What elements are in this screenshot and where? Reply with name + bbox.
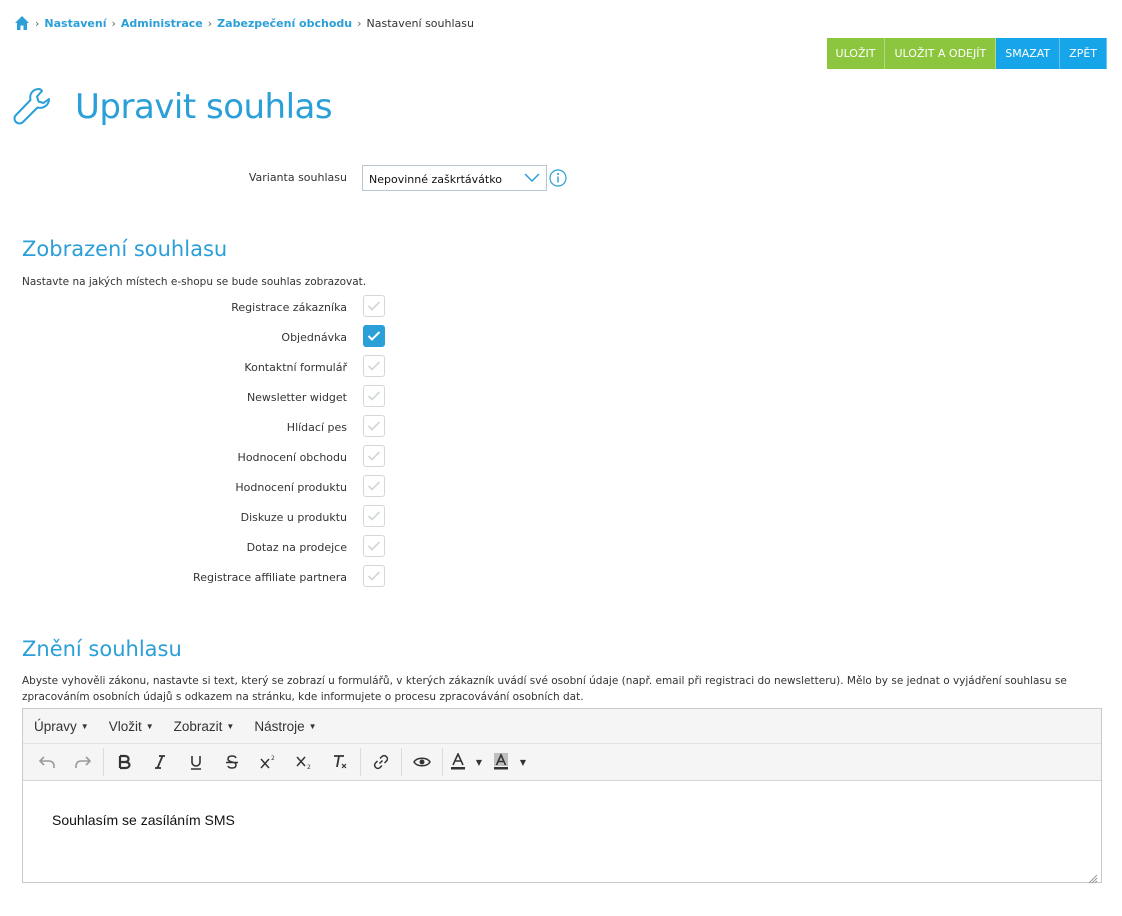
text-color-dropdown-icon[interactable]: ▼ — [471, 747, 487, 777]
svg-text:2: 2 — [271, 755, 275, 762]
checkbox-customer-registration[interactable] — [363, 295, 385, 317]
variant-select[interactable]: Nepovinné zaškrtávátko — [362, 165, 547, 191]
display-section-title: Zobrazení souhlasu — [22, 237, 228, 261]
home-icon[interactable] — [14, 15, 30, 31]
breadcrumb-separator: › — [35, 16, 40, 30]
list-item: Hlídací pes — [0, 415, 400, 445]
delete-button[interactable]: SMAZAT — [996, 38, 1061, 69]
checkbox-label: Hlídací pes — [286, 421, 347, 434]
strikethrough-icon[interactable] — [214, 747, 250, 777]
checkbox-label: Kontaktní formulář — [244, 361, 347, 374]
checkbox-product-rating[interactable] — [363, 475, 385, 497]
save-button[interactable]: ULOŽIT — [826, 38, 886, 69]
breadcrumb-link-settings[interactable]: Nastavení — [44, 17, 106, 30]
menu-view[interactable]: Zobrazit ▼ — [174, 719, 235, 734]
save-and-exit-button[interactable]: ULOŽIT A ODEJÍT — [885, 38, 997, 69]
menu-tools[interactable]: Nástroje ▼ — [254, 719, 316, 734]
rich-text-editor: Úpravy ▼ Vložit ▼ Zobrazit ▼ Nástroje ▼ 2 2 — [22, 708, 1102, 884]
editor-content[interactable]: Souhlasím se zasíláním SMS — [23, 781, 1101, 828]
checkbox-affiliate-registration[interactable] — [363, 565, 385, 587]
breadcrumb-separator: › — [111, 16, 116, 30]
breadcrumb-link-shop-security[interactable]: Zabezpečení obchodu — [217, 17, 352, 30]
checkbox-watchdog[interactable] — [363, 415, 385, 437]
list-item: Registrace zákazníka — [0, 295, 400, 325]
italic-icon[interactable] — [142, 747, 178, 777]
editor-menubar: Úpravy ▼ Vložit ▼ Zobrazit ▼ Nástroje ▼ — [23, 709, 1101, 744]
wrench-icon — [12, 86, 52, 128]
checkbox-shop-rating[interactable] — [363, 445, 385, 467]
clear-formatting-icon[interactable] — [322, 747, 358, 777]
toolbar-divider — [442, 748, 443, 776]
variant-label: Varianta souhlasu — [248, 171, 347, 184]
checkbox-seller-question[interactable] — [363, 535, 385, 557]
checkbox-label: Diskuze u produktu — [240, 511, 347, 524]
back-button[interactable]: ZPĚT — [1060, 38, 1107, 69]
toolbar-divider — [103, 748, 104, 776]
menu-edit[interactable]: Úpravy ▼ — [34, 719, 89, 734]
toolbar-divider — [360, 748, 361, 776]
subscript-icon[interactable]: 2 — [286, 747, 322, 777]
info-icon[interactable] — [549, 169, 567, 187]
undo-icon[interactable] — [29, 747, 65, 777]
list-item: Newsletter widget — [0, 385, 400, 415]
chevron-down-icon — [524, 172, 540, 184]
checkbox-label: Hodnocení obchodu — [237, 451, 347, 464]
checkbox-newsletter-widget[interactable] — [363, 385, 385, 407]
svg-text:2: 2 — [307, 764, 311, 770]
page-title: Upravit souhlas — [75, 87, 333, 127]
display-section-description: Nastavte na jakých místech e-shopu se bu… — [22, 276, 367, 288]
preview-eye-icon[interactable] — [404, 747, 440, 777]
variant-selected-value: Nepovinné zaškrtávátko — [369, 173, 502, 186]
checkbox-contact-form[interactable] — [363, 355, 385, 377]
checkbox-order[interactable] — [363, 325, 385, 347]
underline-icon[interactable] — [178, 747, 214, 777]
display-locations-list: Registrace zákazníka Objednávka Kontaktn… — [0, 295, 400, 595]
list-item: Registrace affiliate partnera — [0, 565, 400, 595]
checkbox-product-discussion[interactable] — [363, 505, 385, 527]
checkbox-label: Objednávka — [281, 331, 347, 344]
breadcrumb: › Nastavení › Administrace › Zabezpečení… — [14, 14, 474, 32]
list-item: Diskuze u produktu — [0, 505, 400, 535]
editor-toolbar: 2 2 ▼ ▼ — [23, 744, 1101, 781]
checkbox-label: Registrace affiliate partnera — [193, 571, 347, 584]
list-item: Hodnocení obchodu — [0, 445, 400, 475]
resize-handle-icon[interactable] — [1088, 869, 1098, 884]
text-section-description: Abyste vyhověli zákonu, nastavte si text… — [22, 675, 1067, 703]
action-bar: ULOŽIT ULOŽIT A ODEJÍT SMAZAT ZPĚT — [826, 38, 1107, 69]
checkbox-label: Registrace zákazníka — [231, 301, 347, 314]
checkbox-label: Hodnocení produktu — [235, 481, 347, 494]
breadcrumb-separator: › — [207, 16, 213, 30]
list-item: Objednávka — [0, 325, 400, 355]
link-icon[interactable] — [363, 747, 399, 777]
menu-insert[interactable]: Vložit ▼ — [109, 719, 154, 734]
variant-row: Varianta souhlasu Nepovinné zaškrtávátko — [0, 165, 600, 191]
checkbox-label: Newsletter widget — [246, 391, 347, 404]
background-color-icon[interactable] — [487, 747, 515, 777]
bold-icon[interactable] — [106, 747, 142, 777]
list-item: Hodnocení produktu — [0, 475, 400, 505]
list-item: Dotaz na prodejce — [0, 535, 400, 565]
text-section-title: Znění souhlasu — [22, 637, 182, 661]
page-header: Upravit souhlas — [12, 86, 333, 128]
toolbar-divider — [401, 748, 402, 776]
redo-icon[interactable] — [65, 747, 101, 777]
text-color-icon[interactable] — [445, 747, 471, 777]
breadcrumb-separator: › — [357, 16, 362, 30]
breadcrumb-current: Nastavení souhlasu — [366, 16, 474, 30]
checkbox-label: Dotaz na prodejce — [246, 541, 347, 554]
background-color-dropdown-icon[interactable]: ▼ — [515, 747, 531, 777]
breadcrumb-link-administration[interactable]: Administrace — [121, 17, 203, 30]
list-item: Kontaktní formulář — [0, 355, 400, 385]
superscript-icon[interactable]: 2 — [250, 747, 286, 777]
